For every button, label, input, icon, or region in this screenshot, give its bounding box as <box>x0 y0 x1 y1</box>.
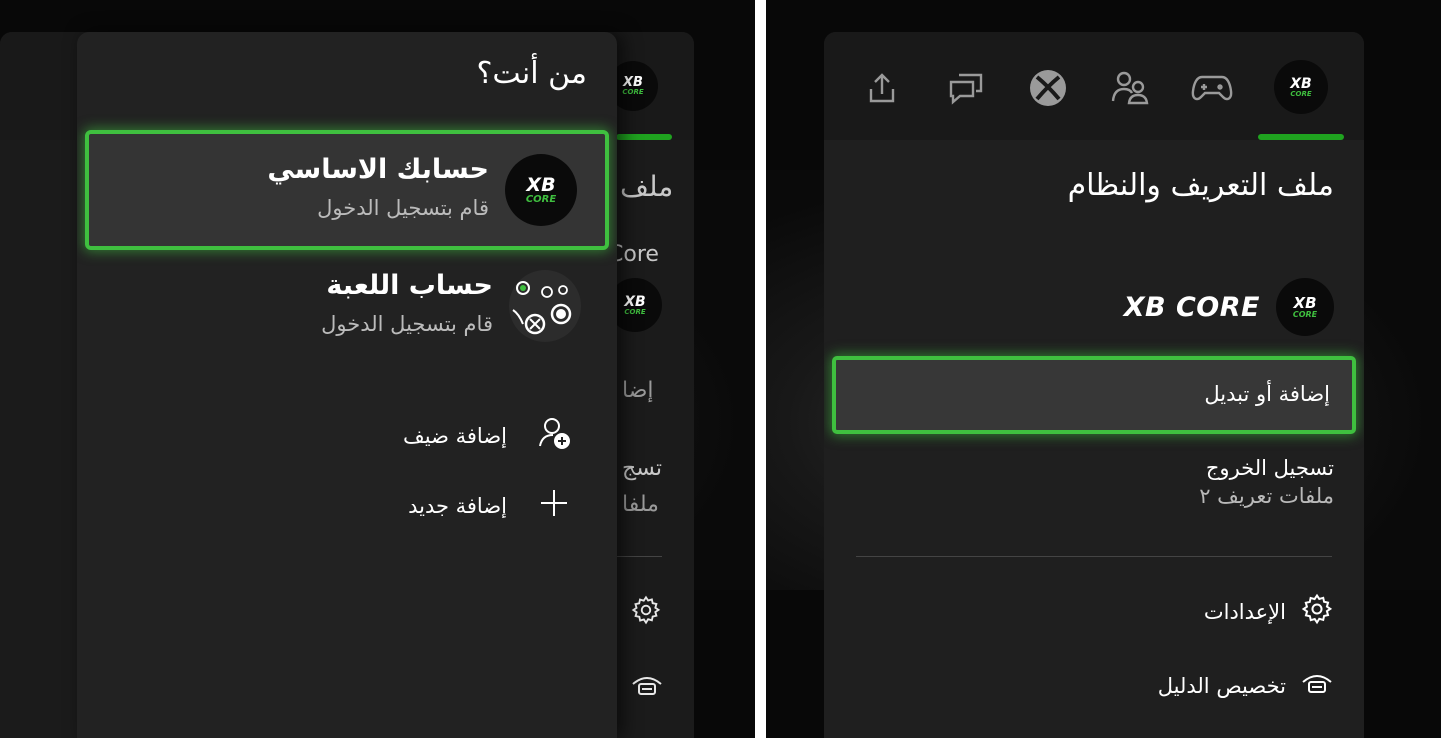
background-profiles-fragment: ملفا <box>622 492 659 517</box>
sign-out-subtitle: ملفات تعريف ٢ <box>1199 484 1334 508</box>
add-guest-button[interactable]: إضافة ضيف <box>403 416 571 455</box>
profile-system-panel: XB CORE ملف التعريف والنظام XB CORE XB C… <box>824 32 1364 738</box>
plus-icon <box>537 486 571 525</box>
account-status: قام بتسجيل الدخول <box>321 312 493 336</box>
add-new-label: إضافة جديد <box>408 493 507 518</box>
guide-icon <box>630 670 664 704</box>
settings-button[interactable]: الإعدادات <box>1204 592 1334 631</box>
controller-icon[interactable] <box>1188 64 1236 112</box>
screenshot-divider <box>755 0 766 738</box>
add-guest-icon <box>537 416 571 455</box>
sign-out-button[interactable]: تسجيل الخروج ملفات تعريف ٢ <box>1199 456 1334 508</box>
background-tab-underline <box>616 134 672 140</box>
background-signout-fragment: تسج <box>622 456 662 481</box>
avatar: XB CORE <box>1276 278 1334 336</box>
left-screenshot: XB CORE ملف Core XB CORE إضا تسج ملفا من… <box>0 0 755 738</box>
page-title: ملف التعريف والنظام <box>1067 168 1334 203</box>
customize-guide-label: تخصيص الدليل <box>1157 673 1286 698</box>
account-item-primary[interactable]: XB CORE حسابك الاساسي قام بتسجيل الدخول <box>85 130 609 250</box>
active-tab-underline <box>1258 134 1344 140</box>
controller-avatar <box>509 270 581 342</box>
gamertag: XB CORE <box>1123 291 1260 323</box>
xbox-icon[interactable] <box>1024 64 1072 112</box>
who-are-you-title: من أنت؟ <box>476 56 587 91</box>
account-name: حسابك الاساسي <box>267 154 489 185</box>
add-or-switch-button[interactable]: إضافة أو تبديل <box>832 356 1356 434</box>
right-screenshot: XB CORE ملف التعريف والنظام XB CORE XB C… <box>766 0 1441 738</box>
sign-out-label: تسجيل الخروج <box>1205 456 1334 480</box>
account-avatar: XB CORE <box>505 154 577 226</box>
add-new-button[interactable]: إضافة جديد <box>408 486 571 525</box>
chat-icon[interactable] <box>942 64 990 112</box>
profile-icon[interactable]: XB CORE <box>1274 60 1328 114</box>
add-guest-label: إضافة ضيف <box>403 423 507 448</box>
settings-label: الإعدادات <box>1203 599 1286 624</box>
gamertag-row: XB CORE XB CORE <box>1124 278 1334 336</box>
gear-icon <box>630 594 662 630</box>
account-item-game[interactable]: حساب اللعبة قام بتسجيل الدخول <box>85 250 609 370</box>
add-or-switch-label: إضافة أو تبديل <box>1204 382 1330 406</box>
customize-guide-button[interactable]: تخصيص الدليل <box>1158 668 1334 703</box>
background-add-fragment: إضا <box>622 378 654 403</box>
background-title-fragment: ملف <box>620 170 674 203</box>
people-icon[interactable] <box>1106 64 1154 112</box>
guide-icon <box>1300 668 1334 703</box>
share-icon[interactable] <box>858 64 906 112</box>
account-name: حساب اللعبة <box>326 270 493 301</box>
account-picker-panel: من أنت؟ XB CORE حسابك الاساسي قام بتسجيل… <box>77 32 617 738</box>
guide-tab-bar: XB CORE <box>824 32 1364 140</box>
account-status: قام بتسجيل الدخول <box>317 196 489 220</box>
gear-icon <box>1300 592 1334 631</box>
menu-separator <box>856 556 1332 557</box>
